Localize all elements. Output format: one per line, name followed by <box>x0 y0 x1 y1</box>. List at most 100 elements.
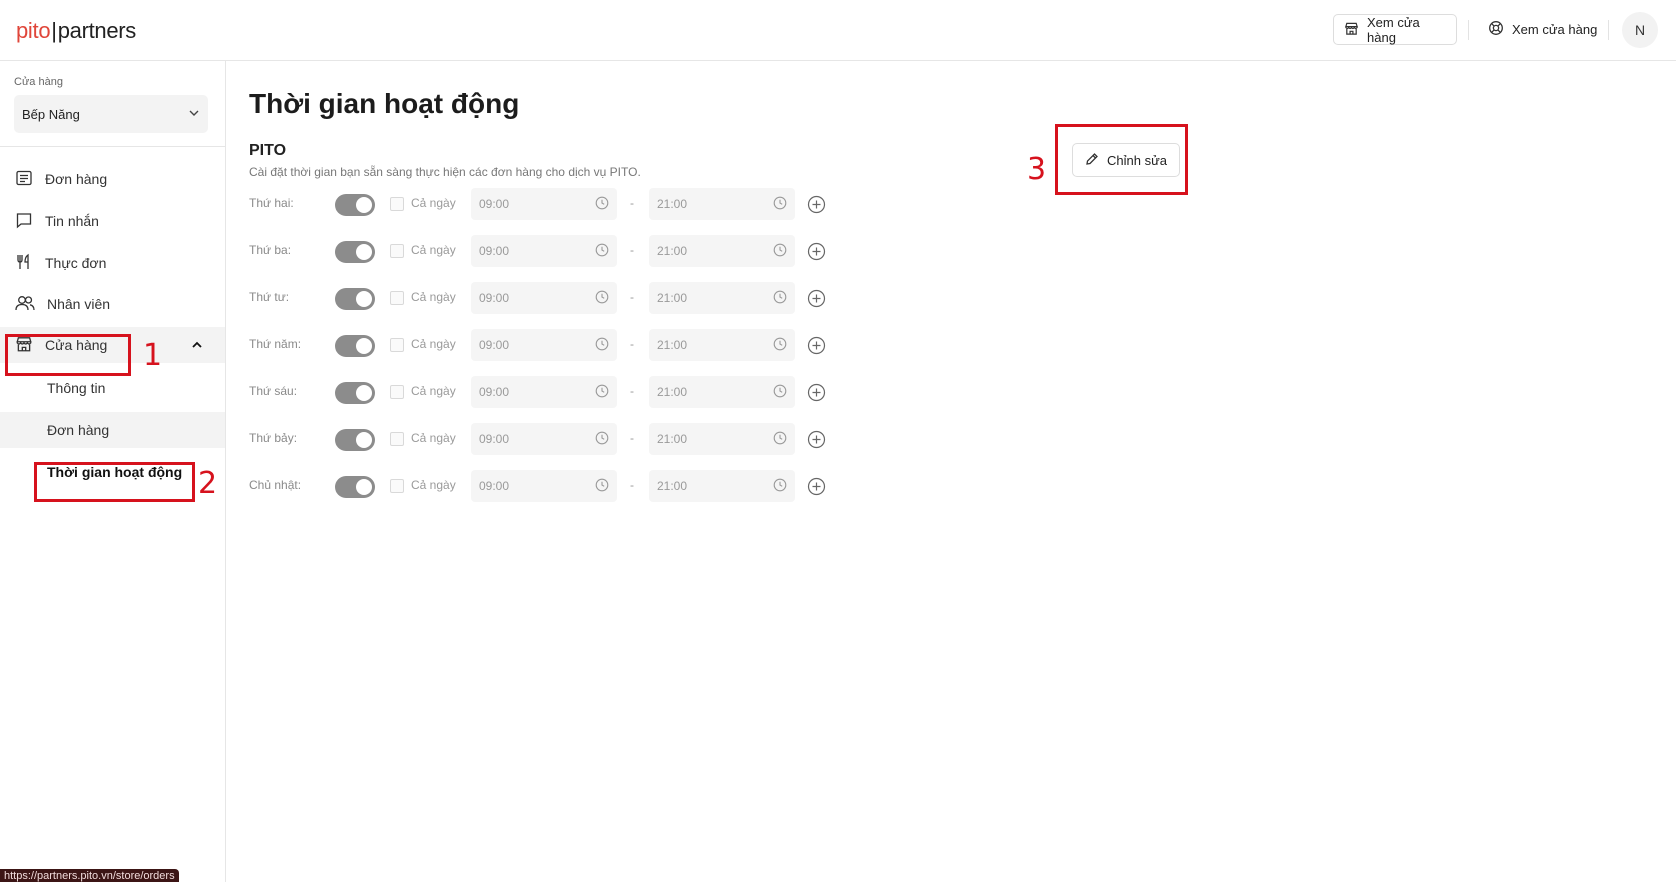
schedule-row: Chủ nhật: Cả ngày 09:00 - 21:00 <box>249 468 839 504</box>
all-day-checkbox[interactable] <box>390 338 404 352</box>
toggle-knob <box>356 479 372 495</box>
store-select-value: Bếp Năng <box>22 106 80 122</box>
add-time-slot-icon[interactable] <box>807 383 826 402</box>
section-title: PITO <box>249 142 287 159</box>
sidebar-item-label: Nhân viên <box>47 296 111 312</box>
day-enabled-toggle[interactable] <box>335 241 375 263</box>
annotation-number-2: 2 <box>198 466 218 501</box>
sidebar-subitem-orders[interactable]: Đơn hàng <box>0 412 225 448</box>
clock-icon <box>595 384 609 401</box>
end-time-input[interactable]: 21:00 <box>649 470 795 502</box>
day-enabled-toggle[interactable] <box>335 335 375 357</box>
start-time-input[interactable]: 09:00 <box>471 470 617 502</box>
all-day-label: Cả ngày <box>411 478 456 492</box>
add-time-slot-icon[interactable] <box>807 430 826 449</box>
toggle-knob <box>356 244 372 260</box>
schedule-row: Thứ ba: Cả ngày 09:00 - 21:00 <box>249 233 839 269</box>
clock-icon <box>773 243 787 260</box>
day-enabled-toggle[interactable] <box>335 194 375 216</box>
store-select-label: Cửa hàng <box>14 76 63 88</box>
logo-pito-text: pito <box>16 18 51 43</box>
annotation-number-3: 3 <box>1027 152 1047 187</box>
end-time-input[interactable]: 21:00 <box>649 423 795 455</box>
header-divider <box>1468 20 1469 40</box>
start-time-value: 09:00 <box>479 479 510 493</box>
all-day-checkbox[interactable] <box>390 432 404 446</box>
time-range-dash: - <box>630 478 634 492</box>
add-time-slot-icon[interactable] <box>807 477 826 496</box>
all-day-checkbox[interactable] <box>390 291 404 305</box>
sidebar-item-label: Thực đơn <box>45 255 107 271</box>
all-day-checkbox[interactable] <box>390 385 404 399</box>
start-time-input[interactable]: 09:00 <box>471 235 617 267</box>
day-enabled-toggle[interactable] <box>335 288 375 310</box>
time-range-dash: - <box>630 337 634 351</box>
end-time-value: 21:00 <box>657 197 688 211</box>
all-day-checkbox[interactable] <box>390 244 404 258</box>
logo-partners-text: partners <box>57 18 137 43</box>
toggle-knob <box>356 291 372 307</box>
chevron-up-icon[interactable] <box>191 339 203 351</box>
avatar-initial: N <box>1634 22 1646 38</box>
annotation-box-1 <box>5 334 131 376</box>
section-description: Cài đặt thời gian bạn sẵn sàng thực hiện… <box>249 165 641 179</box>
sidebar-divider <box>0 146 226 147</box>
all-day-label: Cả ngày <box>411 384 456 398</box>
sidebar-item-staff[interactable]: Nhân viên <box>0 286 225 322</box>
sidebar-item-orders[interactable]: Đơn hàng <box>0 161 225 197</box>
all-day-checkbox[interactable] <box>390 197 404 211</box>
sidebar-item-messages[interactable]: Tin nhắn <box>0 203 225 239</box>
add-time-slot-icon[interactable] <box>807 195 826 214</box>
start-time-input[interactable]: 09:00 <box>471 282 617 314</box>
clock-icon <box>773 478 787 495</box>
clock-icon <box>773 290 787 307</box>
store-select[interactable]: Bếp Năng <box>14 95 208 133</box>
start-time-value: 09:00 <box>479 432 510 446</box>
schedule-row: Thứ bảy: Cả ngày 09:00 - 21:00 <box>249 421 839 457</box>
view-store-button-secondary[interactable]: Xem cửa hàng <box>1478 14 1608 45</box>
storefront-icon <box>1344 21 1359 39</box>
start-time-input[interactable]: 09:00 <box>471 423 617 455</box>
user-avatar[interactable]: N <box>1622 12 1658 48</box>
time-range-dash: - <box>630 243 634 257</box>
add-time-slot-icon[interactable] <box>807 336 826 355</box>
clock-icon <box>595 337 609 354</box>
end-time-value: 21:00 <box>657 479 688 493</box>
start-time-input[interactable]: 09:00 <box>471 188 617 220</box>
header-divider <box>1608 20 1609 40</box>
page-title: Thời gian hoạt động <box>249 88 520 119</box>
start-time-input[interactable]: 09:00 <box>471 329 617 361</box>
clock-icon <box>595 431 609 448</box>
view-store-button[interactable]: Xem cửa hàng <box>1333 14 1457 45</box>
all-day-label: Cả ngày <box>411 431 456 445</box>
start-time-value: 09:00 <box>479 197 510 211</box>
start-time-value: 09:00 <box>479 244 510 258</box>
day-enabled-toggle[interactable] <box>335 382 375 404</box>
clock-icon <box>773 384 787 401</box>
day-label: Thứ sáu: <box>249 384 298 398</box>
all-day-checkbox[interactable] <box>390 479 404 493</box>
day-label: Thứ năm: <box>249 337 302 351</box>
end-time-value: 21:00 <box>657 432 688 446</box>
add-time-slot-icon[interactable] <box>807 242 826 261</box>
add-time-slot-icon[interactable] <box>807 289 826 308</box>
all-day-label: Cả ngày <box>411 196 456 210</box>
annotation-number-1: 1 <box>143 338 163 373</box>
day-enabled-toggle[interactable] <box>335 429 375 451</box>
start-time-input[interactable]: 09:00 <box>471 376 617 408</box>
sidebar-item-menu[interactable]: Thực đơn <box>0 245 225 281</box>
day-enabled-toggle[interactable] <box>335 476 375 498</box>
end-time-value: 21:00 <box>657 338 688 352</box>
toggle-knob <box>356 432 372 448</box>
message-icon <box>15 211 33 232</box>
end-time-input[interactable]: 21:00 <box>649 188 795 220</box>
time-range-dash: - <box>630 290 634 304</box>
end-time-input[interactable]: 21:00 <box>649 376 795 408</box>
utensils-icon <box>15 253 33 274</box>
toggle-knob <box>356 338 372 354</box>
end-time-input[interactable]: 21:00 <box>649 235 795 267</box>
end-time-input[interactable]: 21:00 <box>649 329 795 361</box>
logo-separator: | <box>51 18 57 43</box>
end-time-input[interactable]: 21:00 <box>649 282 795 314</box>
pito-partners-logo[interactable]: pito|partners <box>16 18 136 44</box>
